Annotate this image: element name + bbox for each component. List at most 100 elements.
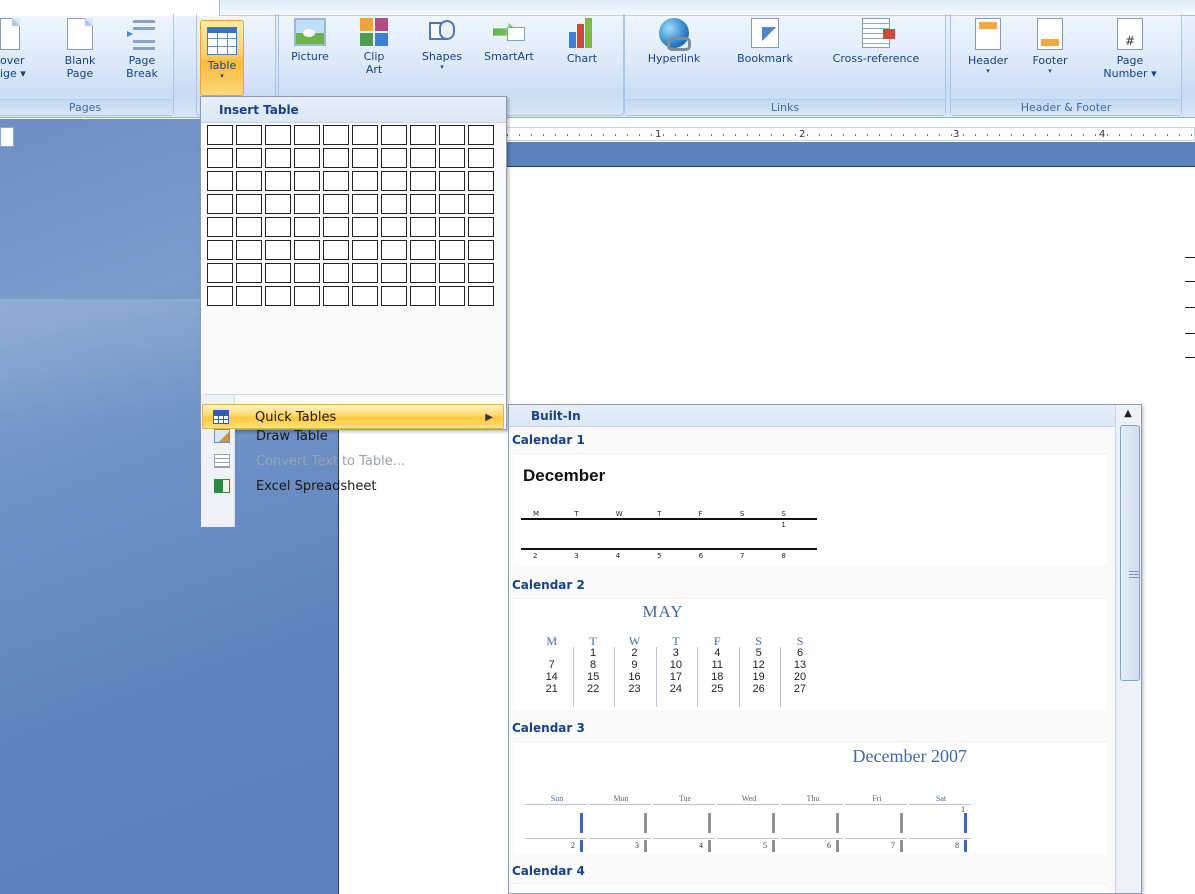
header-button[interactable]: Header ▾ — [958, 18, 1018, 75]
table-grid-cell[interactable] — [265, 194, 291, 214]
table-grid-cell[interactable] — [352, 171, 378, 191]
table-grid-cell[interactable] — [439, 171, 465, 191]
table-grid-cell[interactable] — [410, 263, 436, 283]
page-number-button[interactable]: # Page Number ▾ — [1092, 18, 1168, 80]
table-grid-cell[interactable] — [207, 217, 233, 237]
table-grid-cell[interactable] — [352, 263, 378, 283]
table-grid-cell[interactable] — [323, 148, 349, 168]
clip-art-button[interactable]: Clip Art — [354, 18, 394, 76]
cross-reference-button[interactable]: Cross-reference — [812, 18, 940, 65]
ruler-tab-selector[interactable] — [0, 127, 14, 147]
table-grid-cell[interactable] — [323, 194, 349, 214]
table-grid-cell[interactable] — [207, 171, 233, 191]
table-grid-cell[interactable] — [352, 217, 378, 237]
table-grid-cell[interactable] — [265, 148, 291, 168]
table-grid-cell[interactable] — [236, 286, 262, 306]
table-grid-cell[interactable] — [468, 171, 494, 191]
table-grid-cell[interactable] — [294, 286, 320, 306]
hyperlink-button[interactable]: Hyperlink — [626, 18, 722, 65]
table-grid-cell[interactable] — [207, 240, 233, 260]
table-grid-cell[interactable] — [294, 171, 320, 191]
quick-tables-menu-item[interactable]: Quick Tables ▶ — [202, 404, 504, 429]
table-grid-cell[interactable] — [294, 217, 320, 237]
table-grid-cell[interactable] — [265, 240, 291, 260]
calendar-1-preview[interactable]: December M T W T F S S 1 2 3 4 5 6 7 8 — [513, 453, 1107, 565]
table-grid-cell[interactable] — [439, 263, 465, 283]
table-grid-cell[interactable] — [352, 286, 378, 306]
table-grid-cell[interactable] — [323, 240, 349, 260]
chart-button[interactable]: Chart — [556, 18, 608, 65]
footer-button[interactable]: Footer ▾ — [1022, 18, 1078, 75]
table-grid-cell[interactable] — [381, 125, 407, 145]
table-grid-cell[interactable] — [410, 125, 436, 145]
table-grid-cell[interactable] — [468, 263, 494, 283]
scroll-up-arrow-icon[interactable]: ▲ — [1120, 409, 1136, 419]
table-grid-cell[interactable] — [265, 217, 291, 237]
table-grid-cell[interactable] — [265, 171, 291, 191]
table-grid-cell[interactable] — [294, 125, 320, 145]
calendar-3-preview[interactable]: December 2007 Sun Mon Tue Wed Thu Fri Sat 1 2 3… — [513, 741, 1107, 855]
table-grid-cell[interactable] — [236, 217, 262, 237]
table-grid-cell[interactable] — [381, 263, 407, 283]
table-grid-cell[interactable] — [468, 286, 494, 306]
table-grid-cell[interactable] — [265, 286, 291, 306]
table-grid-cell[interactable] — [323, 171, 349, 191]
table-grid-cell[interactable] — [323, 263, 349, 283]
blank-page-button[interactable]: Blank Page — [58, 18, 102, 80]
calendar-4-preview[interactable] — [513, 883, 1107, 893]
table-grid-cell[interactable] — [265, 263, 291, 283]
table-grid-cell[interactable] — [468, 194, 494, 214]
table-grid-cell[interactable] — [468, 148, 494, 168]
cover-page-button[interactable]: over ige ▾ — [0, 18, 44, 80]
table-grid-cell[interactable] — [381, 194, 407, 214]
table-grid-cell[interactable] — [381, 217, 407, 237]
excel-spreadsheet-menu-item[interactable]: Excel Spreadsheet — [202, 474, 505, 499]
table-grid-cell[interactable] — [236, 194, 262, 214]
gallery-scrollbar[interactable]: ▲ — [1115, 405, 1141, 893]
table-grid-cell[interactable] — [439, 194, 465, 214]
table-grid-cell[interactable] — [236, 171, 262, 191]
bookmark-button[interactable]: Bookmark — [722, 18, 808, 65]
table-grid-cell[interactable] — [410, 286, 436, 306]
table-grid-cell[interactable] — [236, 263, 262, 283]
table-grid-cell[interactable] — [439, 286, 465, 306]
table-grid-cell[interactable] — [410, 240, 436, 260]
scrollbar-thumb[interactable] — [1120, 425, 1140, 681]
table-grid-cell[interactable] — [439, 240, 465, 260]
table-grid-cell[interactable] — [381, 286, 407, 306]
table-grid-cell[interactable] — [468, 217, 494, 237]
table-grid-cell[interactable] — [352, 194, 378, 214]
table-grid-cell[interactable] — [410, 171, 436, 191]
table-grid-cell[interactable] — [468, 240, 494, 260]
page-break-button[interactable]: Page Break — [118, 18, 166, 80]
table-grid-cell[interactable] — [439, 217, 465, 237]
table-grid-cell[interactable] — [207, 286, 233, 306]
table-grid-cell[interactable] — [207, 148, 233, 168]
table-grid-cell[interactable] — [352, 240, 378, 260]
table-grid-cell[interactable] — [323, 125, 349, 145]
table-grid-cell[interactable] — [294, 240, 320, 260]
smartart-button[interactable]: SmartArt — [478, 18, 540, 63]
table-grid-cell[interactable] — [410, 148, 436, 168]
table-grid-cell[interactable] — [439, 125, 465, 145]
table-grid-cell[interactable] — [236, 240, 262, 260]
table-grid-cell[interactable] — [352, 148, 378, 168]
table-grid-cell[interactable] — [323, 217, 349, 237]
table-grid-cell[interactable] — [323, 286, 349, 306]
horizontal-ruler[interactable]: 1 2 3 4 — [507, 127, 1195, 141]
table-grid-cell[interactable] — [294, 148, 320, 168]
table-button[interactable]: Table ▾ — [200, 20, 244, 96]
table-grid-cell[interactable] — [294, 263, 320, 283]
calendar-2-preview[interactable]: MAY M T W T F S S 1 2 3 4 5 6 7 8 9 10 11 12 13 14 15 16 17 18 19… — [513, 598, 1107, 710]
table-grid-cell[interactable] — [381, 240, 407, 260]
table-grid-cell[interactable] — [207, 194, 233, 214]
table-grid-cell[interactable] — [410, 217, 436, 237]
table-grid-cell[interactable] — [381, 148, 407, 168]
table-grid-cell[interactable] — [265, 125, 291, 145]
table-grid-cell[interactable] — [352, 125, 378, 145]
table-grid-cell[interactable] — [294, 194, 320, 214]
table-grid-cell[interactable] — [468, 125, 494, 145]
table-grid-cell[interactable] — [236, 148, 262, 168]
shapes-button[interactable]: Shapes ▾ — [414, 18, 470, 71]
table-grid-cell[interactable] — [207, 125, 233, 145]
